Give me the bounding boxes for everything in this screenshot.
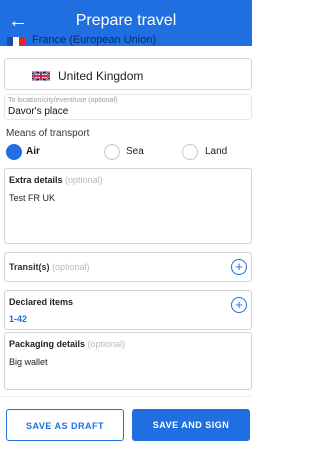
extra-details-label: Extra details (optional) (9, 175, 103, 185)
form-content: United Kingdom To location/city/event/us… (0, 46, 252, 396)
means-of-transport-label: Means of transport (6, 128, 90, 139)
radio-air[interactable] (6, 144, 22, 160)
transit-optional: (optional) (52, 262, 90, 272)
save-as-draft-button[interactable]: SAVE AS DRAFT (6, 409, 124, 441)
add-transit-icon[interactable]: + (231, 259, 247, 275)
page-title: Prepare travel (75, 12, 177, 29)
transport-radio-group: Air Sea Land (0, 142, 252, 162)
save-and-sign-button[interactable]: SAVE AND SIGN (132, 409, 250, 441)
radio-land[interactable] (182, 144, 198, 160)
extra-details-value: Test FR UK (9, 193, 56, 203)
extra-details-field[interactable]: Extra details (optional) Test FR UK (4, 168, 252, 244)
uk-flag-icon (32, 70, 50, 82)
declared-items-row[interactable]: Declared items 1-42 + (4, 290, 252, 330)
to-location-label: To location/city/event/use (optional) (8, 97, 118, 104)
radio-land-label: Land (205, 146, 228, 157)
extra-details-label-text: Extra details (9, 175, 63, 185)
transit-label: Transit(s) (optional) (9, 262, 90, 272)
add-declared-item-icon[interactable]: + (231, 297, 247, 313)
packaging-label-text: Packaging details (9, 339, 86, 349)
origin-country-text: France (European Union) (32, 34, 157, 46)
app-bar: ← Prepare travel France (European Union) (0, 0, 252, 46)
packaging-optional: (optional) (87, 339, 126, 349)
packaging-details-label: Packaging details (optional) (9, 339, 125, 349)
destination-country-field[interactable]: United Kingdom (4, 58, 252, 90)
destination-country-text: United Kingdom (58, 69, 144, 83)
transit-label-text: Transit(s) (9, 262, 50, 272)
radio-sea-label: Sea (126, 146, 144, 157)
packaging-details-value: Big wallet (9, 357, 48, 367)
to-location-value: Davor's place (8, 106, 69, 117)
declared-items-value: 1-42 (9, 314, 28, 324)
back-arrow-icon[interactable]: ← (6, 9, 30, 33)
origin-country-row[interactable]: France (European Union) (0, 34, 252, 46)
action-bar: SAVE AS DRAFT SAVE AND SIGN (0, 396, 252, 452)
transit-row[interactable]: Transit(s) (optional) + (4, 252, 252, 282)
declared-items-label: Declared items (9, 297, 74, 307)
to-location-field[interactable]: To location/city/event/use (optional) Da… (4, 94, 252, 120)
packaging-details-field[interactable]: Packaging details (optional) Big wallet (4, 332, 252, 390)
france-flag-icon (7, 37, 25, 46)
radio-sea[interactable] (104, 144, 120, 160)
extra-details-optional: (optional) (65, 175, 103, 185)
radio-air-label: Air (26, 146, 40, 157)
